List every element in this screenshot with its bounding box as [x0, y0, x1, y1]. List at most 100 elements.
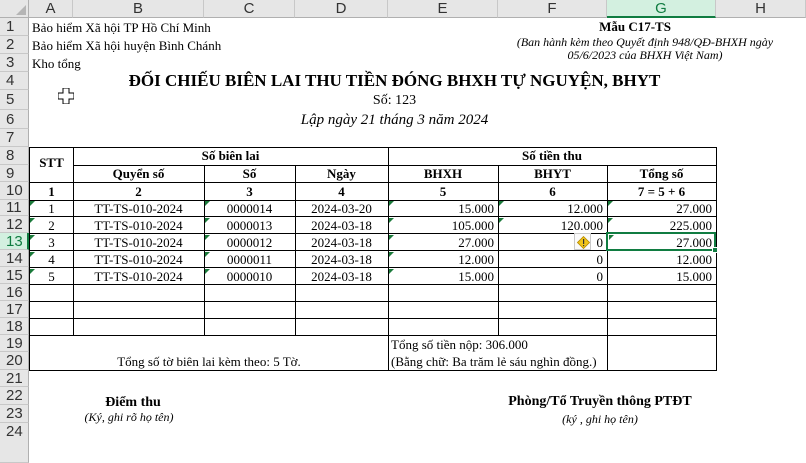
table-cell-total[interactable]: 15.000	[607, 269, 712, 285]
table-cell-bhyt[interactable]: 12.000	[498, 201, 603, 217]
table-border	[607, 165, 608, 371]
row-header-21[interactable]: 21	[0, 370, 29, 387]
table-cell-bhxh[interactable]: 12.000	[388, 252, 494, 268]
table-cell-stt[interactable]: 3	[30, 235, 73, 251]
row-header-7[interactable]: 7	[0, 129, 29, 147]
total-header: Tổng số	[639, 166, 684, 181]
signature-left-title: Điểm thu	[105, 395, 161, 410]
row-header-4[interactable]: 4	[0, 72, 29, 90]
row-header-12[interactable]: 12	[0, 216, 29, 233]
row-header-11[interactable]: 11	[0, 200, 29, 216]
row-header-6[interactable]: 6	[0, 110, 29, 129]
table-cell-total[interactable]: 12.000	[607, 252, 712, 268]
table-cell-stt[interactable]: 5	[30, 269, 73, 285]
column-header-d[interactable]: D	[295, 0, 388, 18]
warning-smart-tag[interactable]	[574, 233, 591, 250]
row-header-18[interactable]: 18	[0, 318, 29, 335]
signature-left-note: (Ký, ghi rõ họ tên)	[84, 410, 174, 424]
row-header-17[interactable]: 17	[0, 301, 29, 318]
table-border	[29, 182, 717, 183]
table-cell-bhxh[interactable]: 27.000	[388, 235, 494, 251]
table-cell-book[interactable]: TT-TS-010-2024	[73, 218, 204, 234]
error-indicator	[205, 252, 210, 257]
table-cell-stt[interactable]: 4	[30, 252, 73, 268]
error-indicator	[389, 235, 394, 240]
table-cell-stt[interactable]: 1	[30, 201, 73, 217]
column-header-a[interactable]: A	[29, 0, 73, 18]
table-cell-bhyt[interactable]: 120.000	[498, 218, 603, 234]
form-code: Mẫu C17-TS	[599, 19, 671, 34]
table-cell-bhyt[interactable]: 0	[498, 252, 604, 268]
error-indicator	[608, 218, 613, 223]
table-cell-date[interactable]: 2024-03-18	[295, 235, 388, 251]
table-cell-no[interactable]: 0000014	[204, 201, 295, 217]
column-header-h[interactable]: H	[716, 0, 806, 18]
index-cell: 7 = 5 + 6	[637, 184, 686, 199]
row-header-22[interactable]: 22	[0, 387, 29, 405]
column-header-f[interactable]: F	[498, 0, 607, 18]
total-paid: Tổng số tiền nộp: 306.000	[391, 337, 528, 352]
error-indicator	[608, 201, 613, 206]
row-header-3[interactable]: 3	[0, 54, 29, 72]
table-cell-no[interactable]: 0000013	[204, 218, 295, 234]
table-cell-bhyt[interactable]: 0	[498, 269, 604, 285]
table-cell-bhxh[interactable]: 105.000	[388, 218, 494, 234]
table-cell-book[interactable]: TT-TS-010-2024	[73, 201, 204, 217]
row-header-5[interactable]: 5	[0, 90, 29, 110]
warning-diamond-icon	[577, 236, 590, 249]
row-header-13[interactable]: 13	[0, 233, 29, 250]
row-header-16[interactable]: 16	[0, 284, 29, 301]
row-header-19[interactable]: 19	[0, 335, 29, 352]
table-cell-date[interactable]: 2024-03-18	[295, 252, 388, 268]
table-cell-date[interactable]: 2024-03-18	[295, 269, 388, 285]
row-header-9[interactable]: 9	[0, 165, 29, 182]
org-line-1: Bảo hiểm Xã hội TP Hồ Chí Minh	[32, 20, 211, 35]
column-header-g[interactable]: G	[607, 0, 716, 18]
selected-cell-g13[interactable]	[606, 232, 716, 251]
error-indicator	[30, 269, 35, 274]
row-header-10[interactable]: 10	[0, 182, 29, 200]
column-header-c[interactable]: C	[204, 0, 295, 18]
table-border	[29, 267, 717, 268]
error-indicator	[30, 235, 35, 240]
column-header-e[interactable]: E	[388, 0, 498, 18]
table-cell-book[interactable]: TT-TS-010-2024	[73, 269, 204, 285]
form-note-2: 05/6/2023 của BHXH Việt Nam)	[567, 48, 723, 62]
table-cell-bhxh[interactable]: 15.000	[388, 201, 494, 217]
error-indicator	[499, 201, 504, 206]
row-header-14[interactable]: 14	[0, 250, 29, 267]
table-cell-no[interactable]: 0000012	[204, 235, 295, 251]
row-header-24[interactable]: 24	[0, 423, 29, 463]
error-indicator	[30, 218, 35, 223]
row-header-23[interactable]: 23	[0, 405, 29, 423]
row-header-2[interactable]: 2	[0, 36, 29, 54]
total-in-words: (Bằng chữ: Ba trăm lẻ sáu nghìn đồng.)	[391, 354, 597, 369]
table-border	[73, 165, 388, 166]
stt-header: STT	[39, 155, 64, 170]
row-header-8[interactable]: 8	[0, 147, 29, 165]
table-cell-total[interactable]: 27.000	[607, 201, 712, 217]
table-cell-book[interactable]: TT-TS-010-2024	[73, 252, 204, 268]
select-all-corner[interactable]	[0, 0, 29, 18]
fill-handle[interactable]	[712, 247, 718, 253]
table-cell-book[interactable]: TT-TS-010-2024	[73, 235, 204, 251]
table-cell-bhxh[interactable]: 15.000	[388, 269, 494, 285]
table-cell-stt[interactable]: 2	[30, 218, 73, 234]
table-border	[498, 165, 499, 336]
row-header-1[interactable]: 1	[0, 18, 29, 36]
column-header-b[interactable]: B	[73, 0, 204, 18]
table-cell-date[interactable]: 2024-03-18	[295, 218, 388, 234]
error-indicator	[389, 252, 394, 257]
table-cell-date[interactable]: 2024-03-20	[295, 201, 388, 217]
table-border	[29, 301, 717, 302]
table-cell-no[interactable]: 0000010	[204, 269, 295, 285]
plus-cursor-icon	[58, 88, 74, 104]
bhxh-header: BHXH	[423, 166, 463, 181]
table-cell-no[interactable]: 0000011	[204, 252, 295, 268]
table-border	[388, 165, 717, 166]
row-header-20[interactable]: 20	[0, 352, 29, 370]
table-border	[29, 335, 717, 336]
receipt-sheet-count: Tổng số tờ biên lai kèm theo: 5 Tờ.	[117, 354, 301, 369]
row-header-15[interactable]: 15	[0, 267, 29, 284]
index-cell: 2	[135, 184, 142, 199]
